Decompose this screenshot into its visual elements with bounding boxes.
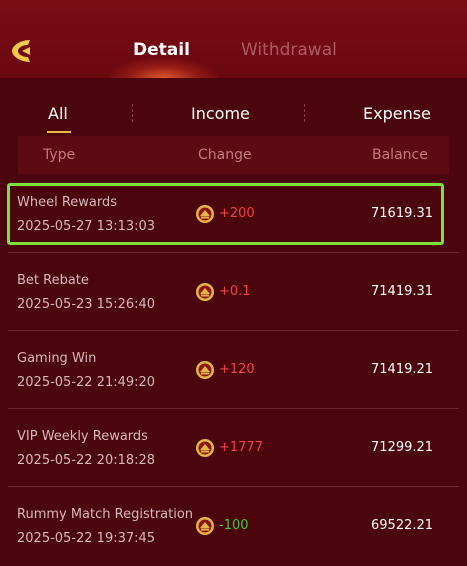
filter-all[interactable]: All <box>48 104 68 123</box>
table-row[interactable]: VIP Weekly Rewards 2025-05-22 20:18:28 +… <box>0 409 467 487</box>
filter-active-underline <box>47 131 71 133</box>
filter-income[interactable]: Income <box>191 104 250 123</box>
record-balance: 71419.21 <box>371 362 434 377</box>
filter-expense[interactable]: Expense <box>363 104 431 123</box>
highlight-box <box>7 183 444 245</box>
record-time: 2025-05-23 15:26:40 <box>17 297 156 312</box>
record-change: -100 <box>219 518 249 533</box>
record-type: Gaming Win <box>17 351 97 366</box>
record-type: Rummy Match Registration <box>17 507 194 522</box>
back-arrow-icon[interactable] <box>6 34 40 68</box>
column-header-balance: Balance <box>372 147 428 163</box>
record-balance: 69522.21 <box>371 518 434 533</box>
table-row[interactable]: Rummy Match Registration 2025-05-22 19:3… <box>0 487 467 565</box>
record-type: Bet Rebate <box>17 273 89 288</box>
record-balance: 71419.31 <box>371 284 434 299</box>
record-time: 2025-05-22 21:49:20 <box>17 375 156 390</box>
record-change: +120 <box>219 362 255 377</box>
column-header-change: Change <box>198 147 252 163</box>
filter-divider <box>132 104 133 122</box>
record-time: 2025-05-22 19:37:45 <box>17 531 156 546</box>
coin-icon <box>196 361 214 379</box>
tab-detail[interactable]: Detail <box>133 40 190 60</box>
active-tab-glow <box>108 58 218 80</box>
record-balance: 71299.21 <box>371 440 434 455</box>
table-row[interactable]: Gaming Win 2025-05-22 21:49:20 +120 7141… <box>0 331 467 409</box>
filter-divider <box>304 104 305 122</box>
table-row[interactable]: Bet Rebate 2025-05-23 15:26:40 +0.1 7141… <box>0 253 467 331</box>
coin-icon <box>196 283 214 301</box>
tab-withdrawal[interactable]: Withdrawal <box>241 40 337 60</box>
record-change: +1777 <box>219 440 263 455</box>
column-header-type: Type <box>43 147 76 163</box>
record-type: VIP Weekly Rewards <box>17 429 148 444</box>
record-change: +0.1 <box>219 284 251 299</box>
record-time: 2025-05-22 20:18:28 <box>17 453 156 468</box>
coin-icon <box>196 517 214 535</box>
coin-icon <box>196 439 214 457</box>
top-bar: Detail Withdrawal <box>0 0 467 80</box>
